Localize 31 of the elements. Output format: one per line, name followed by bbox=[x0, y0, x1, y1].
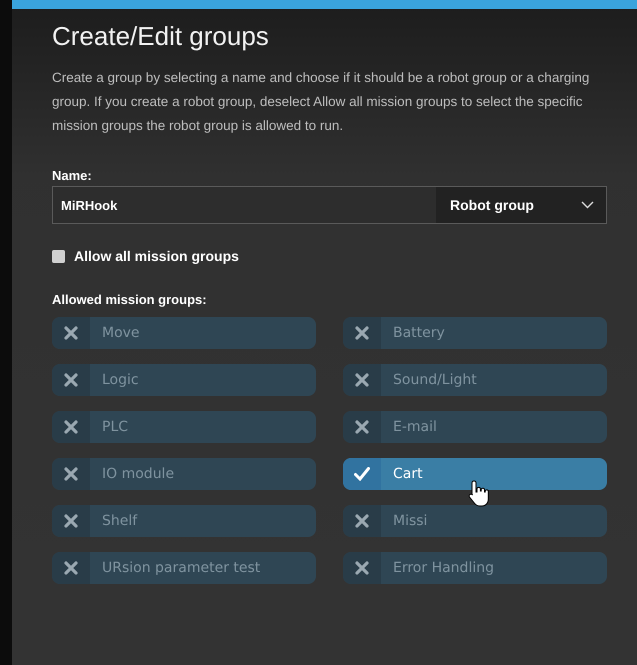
close-icon bbox=[355, 326, 369, 340]
mission-group-toggle[interactable]: Error Handling bbox=[343, 552, 607, 584]
close-icon bbox=[355, 420, 369, 434]
mission-group-toggle[interactable]: Battery bbox=[343, 317, 607, 349]
section-label: Allowed mission groups: bbox=[52, 292, 208, 307]
close-icon bbox=[64, 326, 78, 340]
close-icon bbox=[355, 373, 369, 387]
mission-group-toggle[interactable]: Sound/Light bbox=[343, 364, 607, 396]
close-icon bbox=[64, 373, 78, 387]
close-icon bbox=[355, 514, 369, 528]
hand-cursor-icon bbox=[468, 479, 490, 507]
mission-group-toggle[interactable]: Shelf bbox=[52, 505, 316, 537]
mission-group-toggle[interactable]: URsion parameter test bbox=[52, 552, 316, 584]
dialog-title: Create/Edit groups bbox=[52, 21, 270, 52]
mission-group-toggle[interactable]: Move bbox=[52, 317, 316, 349]
close-icon bbox=[64, 467, 78, 481]
close-icon bbox=[64, 514, 78, 528]
close-icon bbox=[64, 420, 78, 434]
close-icon bbox=[64, 561, 78, 575]
mission-group-toggle[interactable]: Cart bbox=[343, 458, 607, 490]
name-label: Name: bbox=[52, 168, 93, 183]
mission-group-toggle[interactable]: E-mail bbox=[343, 411, 607, 443]
checkbox[interactable] bbox=[52, 250, 65, 262]
close-icon bbox=[355, 561, 369, 575]
check-icon bbox=[354, 467, 370, 481]
mission-group-toggle[interactable]: Logic bbox=[52, 364, 316, 396]
mission-group-toggle[interactable]: Missi bbox=[343, 505, 607, 537]
description-text: Create a group by selecting a name and choose if it should be a robot group or a charging group. If you create a robot group, deselect Allow all mission groups to select the specific mission groups the robot group is allowed to run. bbox=[52, 69, 590, 135]
checkbox-label: Allow all mission groups bbox=[74, 248, 239, 264]
mission-group-toggle[interactable]: PLC bbox=[52, 411, 316, 443]
mission-group-toggle[interactable]: IO module bbox=[52, 458, 316, 490]
